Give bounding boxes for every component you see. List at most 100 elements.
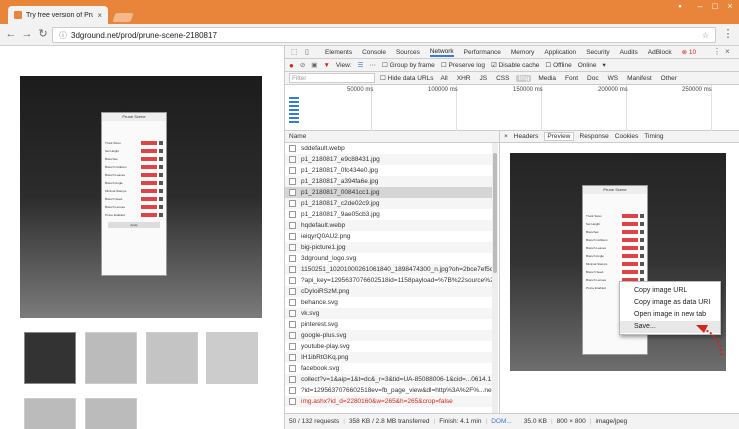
request-row[interactable]: IH1ibRtGKq.png	[285, 352, 495, 363]
thumbnail-1[interactable]	[24, 332, 76, 384]
waterfall-icon[interactable]: ⋯	[370, 61, 377, 69]
disable-cache-checkbox[interactable]: ☑ Disable cache	[491, 61, 539, 69]
request-row[interactable]: google-plus.svg	[285, 330, 495, 341]
tab-console[interactable]: Console	[362, 49, 386, 56]
request-row[interactable]: p1_2180817_00841cc1.jpg	[285, 187, 495, 198]
request-list[interactable]: sddefault.webp p1_2180817_e9c88431.jpg p1_…	[285, 143, 495, 413]
request-row[interactable]: ?api_key=1295637076602518id=1158payload=…	[285, 275, 495, 286]
menu-copy-image-data-uri[interactable]: Copy image as data URI	[620, 297, 720, 309]
browser-tab[interactable]: Try free version of Prune ×	[8, 6, 108, 24]
type-manifest[interactable]: Manifest	[625, 75, 654, 82]
inspect-icon[interactable]: ⬚	[291, 48, 298, 56]
type-doc[interactable]: Doc	[585, 75, 601, 82]
timeline-overview[interactable]: 50000 ms 100000 ms 150000 ms 200000 ms 2…	[285, 85, 739, 131]
devtools-menu-icon[interactable]: ⋮	[713, 47, 721, 56]
request-row[interactable]: p1_2180817_c2de02c9.jpg	[285, 198, 495, 209]
request-row[interactable]: img.ashx?id_d=2280160&w=265&h=265&crop=f…	[285, 396, 495, 407]
capture-icon[interactable]: ▣	[311, 61, 317, 69]
request-row[interactable]: youtube-play.svg	[285, 341, 495, 352]
back-icon[interactable]: ←	[4, 27, 18, 41]
image-preview[interactable]: Prune Scene Trunk Sizes Set Height Branche…	[510, 153, 726, 371]
preserve-log-checkbox[interactable]: ☐ Preserve log	[441, 61, 485, 69]
name-column-header[interactable]: Name	[285, 131, 499, 143]
request-row[interactable]: collect?v=1&aip=1&t=dc&_r=3&tid=UA-85088…	[285, 374, 495, 385]
request-row[interactable]: p1_2180817_a394fa6e.jpg	[285, 176, 495, 187]
type-all[interactable]: All	[439, 75, 450, 82]
mini-row: Branch Collision	[105, 163, 163, 170]
menu-icon[interactable]: ⋮	[721, 27, 735, 41]
filter-icon[interactable]: ▼	[323, 62, 329, 69]
close-window-button[interactable]: ×	[720, 0, 739, 12]
throttle-select[interactable]: Online	[578, 62, 597, 69]
menu-open-image-new-tab[interactable]: Open image in new tab	[620, 309, 720, 321]
tab-response[interactable]: Response	[580, 133, 609, 140]
request-row[interactable]: 3dground_logo.svg	[285, 253, 495, 264]
new-tab-button[interactable]	[112, 13, 134, 22]
request-row[interactable]: 1150251_10201000261061840_1898474300_n.j…	[285, 264, 495, 275]
type-ws[interactable]: WS	[606, 75, 620, 82]
request-row[interactable]: p1_2180817_0fc434e0.jpg	[285, 165, 495, 176]
offline-checkbox[interactable]: ☐ Offline	[545, 61, 571, 69]
hide-data-urls-checkbox[interactable]: ☐ Hide data URLs	[380, 74, 434, 82]
type-font[interactable]: Font	[563, 75, 580, 82]
tab-performance[interactable]: Performance	[464, 49, 501, 56]
detail-close-icon[interactable]: ×	[504, 133, 508, 140]
request-row[interactable]: vk.svg	[285, 308, 495, 319]
menu-copy-image-url[interactable]: Copy image URL	[620, 285, 720, 297]
thumbnail-4[interactable]	[206, 332, 258, 384]
record-icon[interactable]: ●	[289, 61, 294, 70]
info-icon[interactable]: ⓘ	[59, 30, 67, 41]
error-badge[interactable]: ⊗ 10	[682, 48, 697, 56]
mini-row: Trunk Sizes	[586, 212, 644, 219]
request-row[interactable]: sddefault.webp	[285, 143, 495, 154]
tab-cookies[interactable]: Cookies	[615, 133, 638, 140]
address-bar[interactable]: ⓘ 3dground.net/prod/prune-scene-2180817 …	[52, 27, 716, 43]
request-row[interactable]: p1_2180817_9ae05cb3.jpg	[285, 209, 495, 220]
request-row[interactable]: cDyIoiRSzM.png	[285, 286, 495, 297]
request-row[interactable]: pinterest.svg	[285, 319, 495, 330]
tab-preview[interactable]: Preview	[544, 132, 574, 141]
type-media[interactable]: Media	[536, 75, 558, 82]
reload-icon[interactable]: ↻	[36, 27, 50, 41]
tab-headers[interactable]: Headers	[514, 133, 539, 140]
group-by-frame-checkbox[interactable]: ☐ Group by frame	[382, 61, 435, 69]
request-row[interactable]: p1_2180817_e9c88431.jpg	[285, 154, 495, 165]
filter-input[interactable]: Filter	[289, 73, 375, 83]
user-icon[interactable]: ▪	[670, 0, 690, 12]
type-xhr[interactable]: XHR	[455, 75, 473, 82]
tab-audits[interactable]: Audits	[620, 49, 638, 56]
request-row[interactable]: ?id=1295637076602518ev=fb_page_view&dl=h…	[285, 385, 495, 396]
type-img[interactable]: Img	[516, 74, 532, 82]
devtools-close-icon[interactable]: ×	[725, 47, 730, 56]
clear-icon[interactable]: ⊘	[300, 61, 305, 69]
tab-application[interactable]: Application	[544, 49, 576, 56]
device-toggle-icon[interactable]: ▯	[305, 48, 309, 56]
tab-network[interactable]: Network	[429, 48, 454, 57]
product-image-viewer[interactable]: Prune Scene Trunk Sizes Set Height Branche…	[20, 76, 262, 318]
bookmark-star-icon[interactable]: ☆	[702, 31, 709, 40]
tab-close-icon[interactable]: ×	[97, 11, 102, 20]
request-row[interactable]: big-picture1.jpg	[285, 242, 495, 253]
thumbnail-2[interactable]	[85, 332, 137, 384]
forward-icon[interactable]: →	[20, 27, 34, 41]
tab-memory[interactable]: Memory	[511, 49, 534, 56]
request-row[interactable]: behance.svg	[285, 297, 495, 308]
type-css[interactable]: CSS	[494, 75, 511, 82]
tab-security[interactable]: Security	[586, 49, 609, 56]
chevron-down-icon[interactable]: ▾	[603, 61, 606, 69]
thumbnail-3[interactable]	[146, 332, 198, 384]
type-js[interactable]: JS	[478, 75, 490, 82]
tab-adblock[interactable]: AdBlock	[648, 49, 672, 56]
tab-timing[interactable]: Timing	[644, 133, 663, 140]
tab-sources[interactable]: Sources	[396, 49, 420, 56]
tab-elements[interactable]: Elements	[325, 49, 352, 56]
large-rows-icon[interactable]: ☰	[358, 61, 364, 69]
thumbnail-6[interactable]	[85, 398, 137, 429]
request-row[interactable]: facebook.svg	[285, 363, 495, 374]
thumbnail-5[interactable]	[24, 398, 76, 429]
mini-row-box	[159, 140, 163, 145]
request-row[interactable]: ieiqyrQ0AU2.png	[285, 231, 495, 242]
request-list-scrollbar[interactable]	[492, 143, 498, 413]
type-other[interactable]: Other	[659, 75, 679, 82]
request-row[interactable]: hqdefault.webp	[285, 220, 495, 231]
